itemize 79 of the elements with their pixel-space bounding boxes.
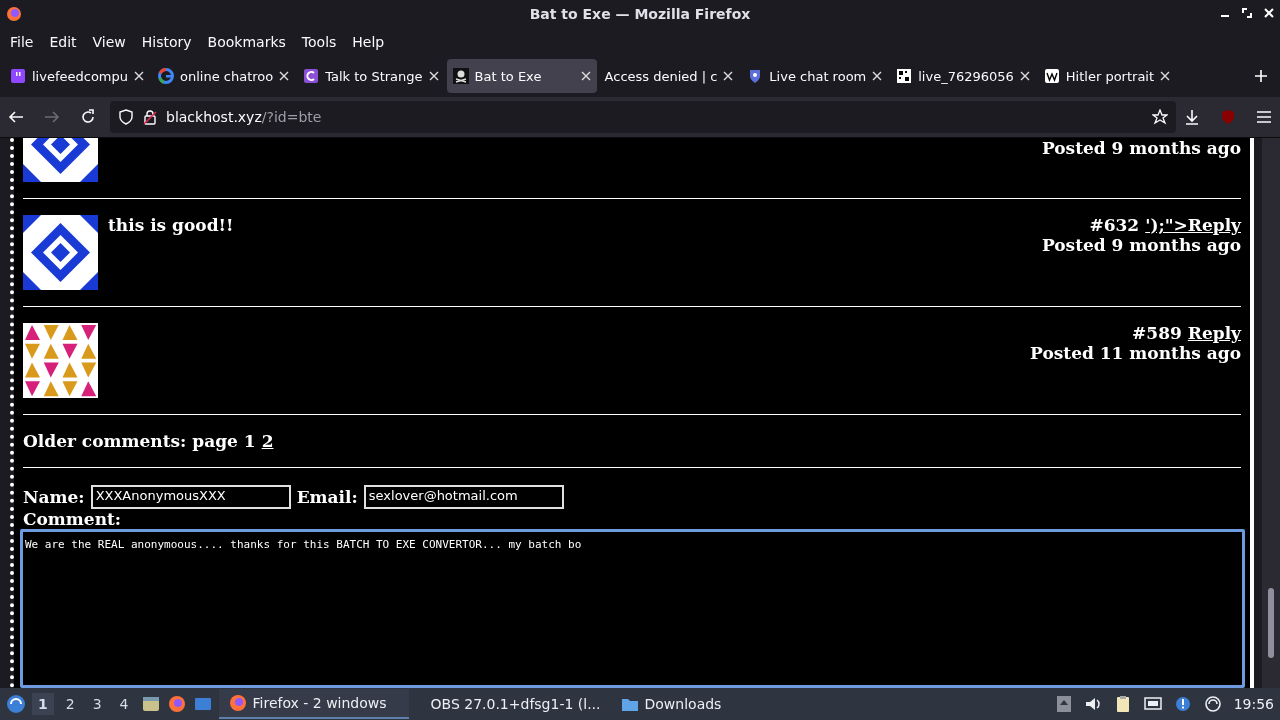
menu-icon[interactable]	[1256, 109, 1272, 125]
menu-item[interactable]: Edit	[41, 33, 85, 50]
close-icon[interactable]	[580, 71, 591, 81]
menu-item[interactable]: File	[2, 33, 42, 50]
browser-tab[interactable]: livefeedcompu	[4, 59, 150, 93]
url-domain: blackhost.xyz	[166, 109, 262, 125]
pattern-avatar-icon	[23, 215, 98, 290]
workspace-button[interactable]: 4	[113, 693, 135, 715]
network-icon[interactable]	[1143, 695, 1162, 713]
menu-item[interactable]: View	[84, 33, 134, 50]
browser-tab[interactable]: Bat to Exe	[446, 59, 597, 93]
comment-number: #632	[1089, 215, 1140, 235]
close-icon[interactable]	[134, 71, 144, 81]
g-logo-icon	[158, 68, 174, 84]
field-label: Email:	[296, 487, 358, 507]
field-label: Comment:	[23, 509, 122, 529]
twitch-like-icon	[10, 68, 26, 84]
browser-tab[interactable]: live_76296056	[890, 59, 1036, 93]
window-title: Bat to Exe — Mozilla Firefox	[529, 6, 751, 22]
notification-icon[interactable]	[1173, 695, 1192, 713]
posted-time: Posted 9 months ago	[1041, 235, 1241, 255]
taskbar-button[interactable]: Downloads	[610, 689, 801, 719]
menu-item[interactable]: Help	[344, 33, 393, 50]
comment-textarea[interactable]: We are the REAL anonymoous.... thanks for this BATCH TO EXE CONVERTOR... my batch bo	[20, 529, 1245, 688]
start-menu-icon[interactable]	[6, 694, 26, 714]
file-cabinet-icon[interactable]	[140, 694, 161, 714]
maximize-icon[interactable]	[1242, 8, 1252, 18]
page-link[interactable]: 2	[261, 431, 274, 451]
firefox-logo-icon	[228, 694, 247, 712]
browser-tab[interactable]: online chatroo	[152, 59, 296, 93]
comment-number: #589	[1132, 323, 1182, 343]
browser-tab[interactable]: Live chat room	[741, 59, 889, 93]
power-icon[interactable]	[1203, 695, 1222, 713]
reload-icon[interactable]	[80, 109, 96, 125]
reply-link[interactable]: ');">Reply	[1145, 215, 1241, 235]
scrollbar[interactable]	[1262, 138, 1280, 688]
download-icon[interactable]	[1184, 109, 1200, 125]
firefox-logo-icon	[6, 6, 22, 22]
reply-link[interactable]: Reply	[1187, 323, 1241, 343]
browser-tab[interactable]: Hitler portrait	[1037, 59, 1177, 93]
close-icon[interactable]	[428, 71, 439, 81]
forward-arrow-icon[interactable]	[44, 109, 60, 125]
workspace-button[interactable]: 3	[86, 693, 108, 715]
posted-time: Posted 11 months ago	[1030, 343, 1241, 363]
email-field[interactable]: sexlover@hotmail.com	[363, 485, 564, 509]
posted-time: Posted 9 months ago	[1041, 138, 1241, 158]
workspace-button[interactable]: 2	[59, 693, 81, 715]
browser-tab[interactable]: Talk to Strange	[297, 59, 445, 93]
skull-icon	[452, 68, 469, 84]
close-icon[interactable]	[1019, 71, 1030, 81]
menu-item[interactable]: History	[133, 33, 200, 50]
close-icon[interactable]	[279, 71, 290, 81]
letter-c-icon	[303, 68, 320, 84]
volume-icon[interactable]	[1083, 695, 1102, 713]
close-icon[interactable]	[872, 71, 883, 81]
grid-icon	[896, 68, 913, 84]
taskbar-button[interactable]: Firefox - 2 windows	[218, 689, 409, 719]
plus-icon[interactable]	[1254, 69, 1268, 83]
browser-tab[interactable]: Access denied | c	[598, 59, 740, 93]
close-icon[interactable]	[1160, 71, 1171, 81]
workspace-button[interactable]: 1	[32, 693, 54, 715]
star-icon[interactable]	[1152, 109, 1168, 125]
taskbar-button[interactable]: OBS 27.0.1+dfsg1-1 (l...	[414, 689, 605, 719]
back-arrow-icon[interactable]	[8, 109, 24, 125]
comment-text: this is good!!	[108, 215, 234, 235]
w-logo-icon	[1043, 68, 1060, 84]
clock: 19:56	[1233, 696, 1274, 712]
firefox-logo-icon[interactable]	[166, 694, 187, 714]
name-field[interactable]: XXXAnonymousXXX	[90, 485, 291, 509]
menu-item[interactable]: Bookmarks	[199, 33, 294, 50]
close-icon[interactable]	[723, 71, 734, 81]
menu-item[interactable]: Tools	[293, 33, 345, 50]
url-path: /?id=bte	[261, 109, 322, 125]
shield-icon	[118, 109, 134, 125]
crossed-lock-icon	[142, 109, 158, 125]
pager-label: Older comments: page 1	[23, 431, 256, 451]
address-bar[interactable]: blackhost.xyz/?id=bte	[110, 101, 1176, 133]
field-label: Name:	[23, 487, 85, 507]
pattern-avatar-icon	[23, 323, 98, 398]
